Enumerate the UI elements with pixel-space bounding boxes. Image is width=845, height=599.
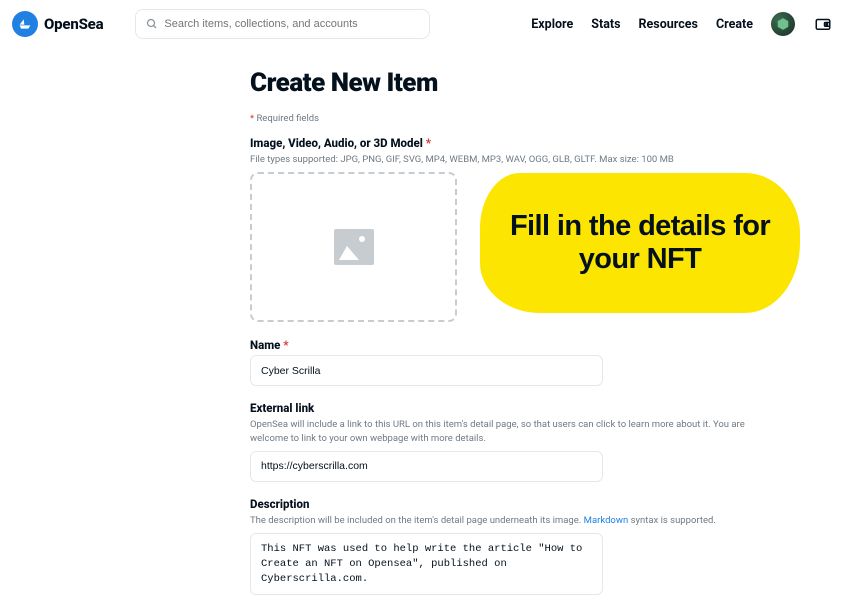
search-icon <box>146 15 158 34</box>
name-field: Name * <box>250 338 760 401</box>
logo[interactable]: OpenSea <box>12 11 103 37</box>
image-placeholder-icon <box>334 229 374 265</box>
external-link-label: External link <box>250 401 760 415</box>
description-field: Description The description will be incl… <box>250 497 760 599</box>
main-form: Create New Item * Required fields Image,… <box>250 48 760 599</box>
page-title: Create New Item <box>250 68 760 98</box>
external-link-input[interactable] <box>250 451 603 482</box>
brand-name: OpenSea <box>44 15 103 33</box>
description-help: The description will be included on the … <box>250 514 760 527</box>
wallet-icon[interactable] <box>813 14 833 34</box>
name-label: Name * <box>250 338 760 352</box>
nav-stats[interactable]: Stats <box>591 17 620 32</box>
media-label: Image, Video, Audio, or 3D Model * <box>250 136 760 150</box>
required-text: Required fields <box>254 113 319 124</box>
annotation-callout: Fill in the details for your NFT <box>480 173 800 313</box>
name-input[interactable] <box>250 355 603 386</box>
media-dropzone[interactable] <box>250 172 457 322</box>
required-note: * Required fields <box>250 113 760 124</box>
external-link-field: External link OpenSea will include a lin… <box>250 401 760 497</box>
opensea-logo-icon <box>12 11 38 37</box>
header: OpenSea Explore Stats Resources Create <box>0 0 845 48</box>
media-help: File types supported: JPG, PNG, GIF, SVG… <box>250 153 760 166</box>
markdown-link[interactable]: Markdown <box>584 515 629 526</box>
nav-resources[interactable]: Resources <box>639 17 698 32</box>
external-link-help: OpenSea will include a link to this URL … <box>250 418 760 445</box>
search-bar[interactable] <box>135 9 430 39</box>
avatar[interactable] <box>771 12 795 36</box>
annotation-text: Fill in the details for your NFT <box>506 210 774 277</box>
search-input[interactable] <box>164 18 419 30</box>
description-input[interactable] <box>250 533 603 595</box>
nav-explore[interactable]: Explore <box>531 17 573 32</box>
description-label: Description <box>250 497 760 511</box>
nav: Explore Stats Resources Create <box>531 12 833 36</box>
nav-create[interactable]: Create <box>716 17 753 32</box>
